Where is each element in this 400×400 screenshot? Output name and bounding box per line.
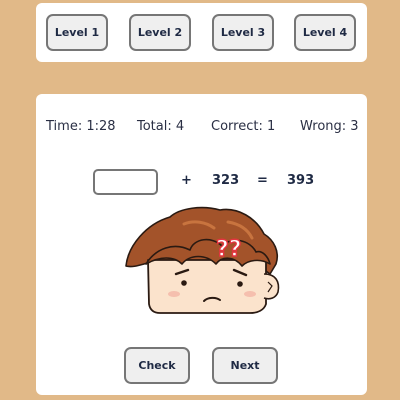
total-count: Total: 4: [137, 119, 185, 134]
level-4-button[interactable]: Level 4: [294, 14, 356, 51]
operand-value: 323: [212, 173, 240, 188]
next-button[interactable]: Next: [212, 347, 278, 384]
equals-sign: =: [257, 173, 268, 188]
answer-input[interactable]: [93, 169, 158, 195]
level-2-button[interactable]: Level 2: [129, 14, 191, 51]
game-panel: Time: 1:28 Total: 4 Correct: 1 Wrong: 3 …: [36, 94, 367, 395]
wrong-count: Wrong: 3: [300, 119, 359, 134]
question-marks-glyph: ??: [216, 237, 242, 262]
level-selector-panel: Level 1 Level 2 Level 3 Level 4: [36, 3, 367, 62]
confused-boy-face-icon: ??: [125, 206, 280, 314]
correct-count: Correct: 1: [211, 119, 276, 134]
level-1-button[interactable]: Level 1: [46, 14, 108, 51]
result-value: 393: [287, 173, 315, 188]
check-button[interactable]: Check: [124, 347, 190, 384]
level-3-button[interactable]: Level 3: [212, 14, 274, 51]
timer-text: Time: 1:28: [46, 119, 116, 134]
stats-bar: Time: 1:28 Total: 4 Correct: 1 Wrong: 3: [36, 119, 367, 139]
operator-sign: +: [181, 173, 192, 188]
